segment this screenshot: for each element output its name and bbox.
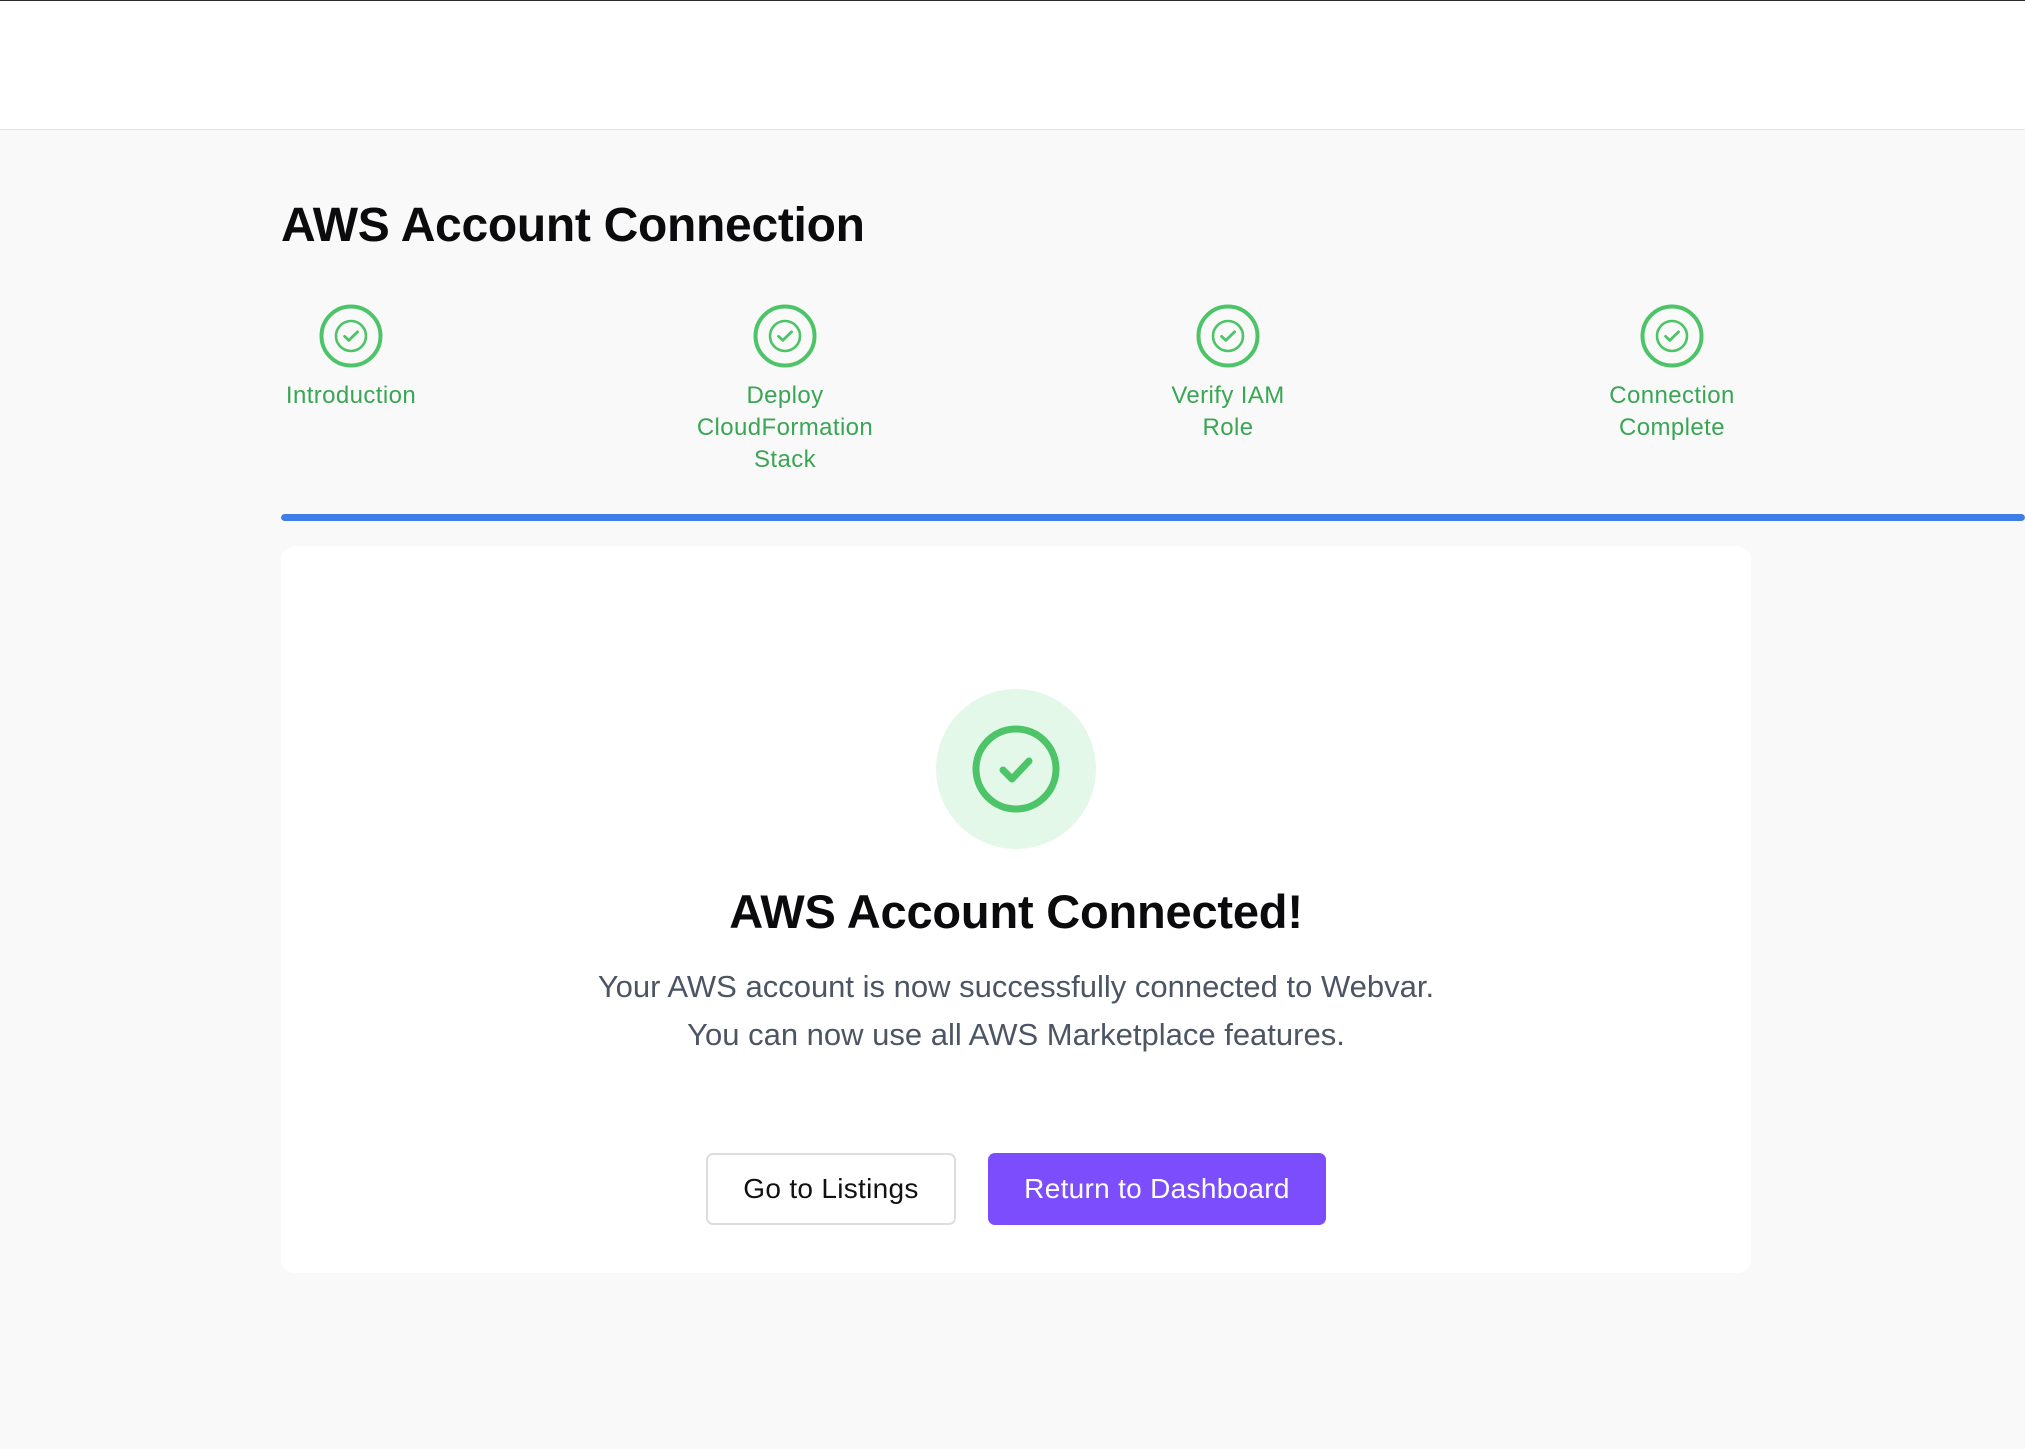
step-label: Verify IAM Role — [1171, 382, 1285, 441]
page-title: AWS Account Connection — [281, 199, 865, 252]
step-connection-complete: Connection Complete — [1552, 304, 1792, 444]
step-label: Connection Complete — [1609, 382, 1735, 441]
progress-bar — [281, 514, 2025, 521]
check-circle-icon — [319, 304, 383, 368]
step-deploy-cloudformation: Deploy CloudFormation Stack — [665, 304, 905, 476]
check-circle-icon — [1640, 304, 1704, 368]
check-circle-icon — [753, 304, 817, 368]
step-introduction: Introduction — [231, 304, 471, 412]
success-message-line: You can now use all AWS Marketplace feat… — [687, 1017, 1345, 1052]
check-circle-icon — [1196, 304, 1260, 368]
top-header-bar — [0, 1, 2025, 130]
go-to-listings-button[interactable]: Go to Listings — [706, 1153, 956, 1225]
check-circle-icon — [972, 725, 1060, 813]
step-label: Deploy CloudFormation Stack — [696, 382, 874, 473]
step-label: Introduction — [285, 382, 417, 409]
success-title: AWS Account Connected! — [729, 885, 1303, 938]
success-badge — [936, 689, 1096, 849]
success-message: Your AWS account is now successfully con… — [281, 963, 1751, 1059]
return-to-dashboard-button[interactable]: Return to Dashboard — [988, 1153, 1326, 1225]
success-message-line: Your AWS account is now successfully con… — [597, 969, 1435, 1004]
progress-bar-fill — [281, 514, 2025, 521]
step-verify-iam-role: Verify IAM Role — [1108, 304, 1348, 444]
